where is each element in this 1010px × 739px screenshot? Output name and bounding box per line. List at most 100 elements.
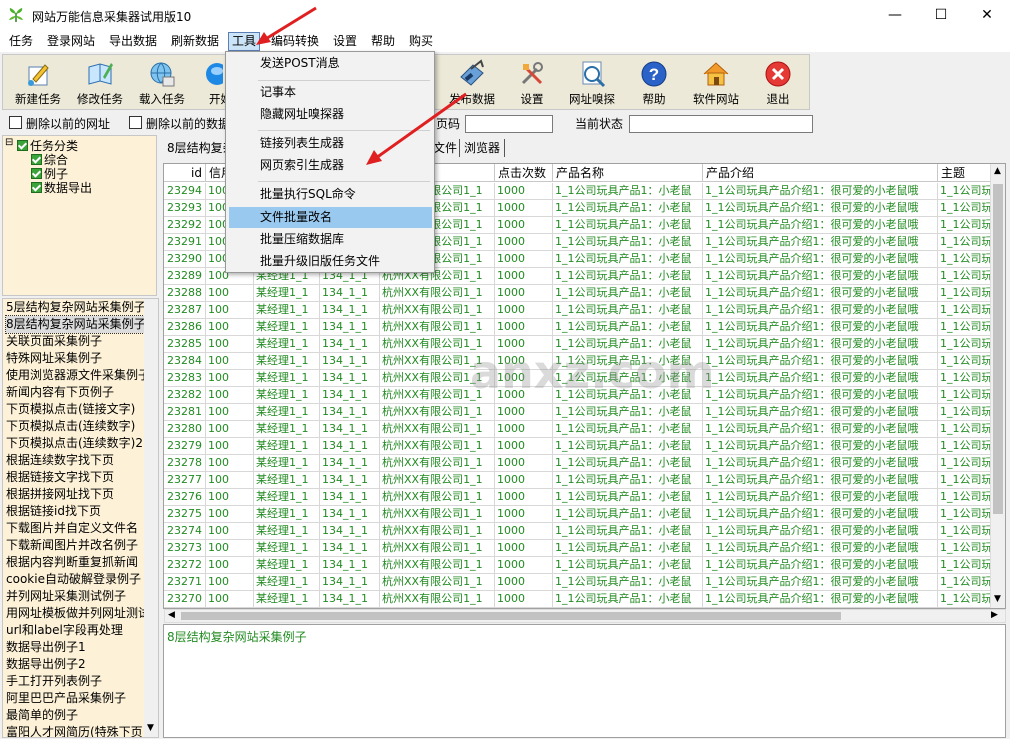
task-list-item[interactable]: 特殊网址采集例子 bbox=[6, 350, 144, 367]
task-list-item[interactable]: 下载新闻图片并改名例子 bbox=[6, 537, 144, 554]
cell-code: 134_1_1 bbox=[320, 574, 380, 591]
menu-item-batch-rename[interactable]: 文件批量改名 bbox=[229, 207, 432, 228]
table-row[interactable]: 23275 100 某经理1_1 134_1_1 杭州XX有限公司1_1 1000 1_1公… bbox=[164, 506, 998, 523]
table-row[interactable]: 23273 100 某经理1_1 134_1_1 杭州XX有限公司1_1 1000 1_1公… bbox=[164, 540, 998, 557]
task-list-item[interactable]: 手工打开列表例子 bbox=[6, 673, 144, 690]
task-list-item[interactable]: 并列网址采集测试例子 bbox=[6, 588, 144, 605]
scroll-left-icon[interactable]: ◀ bbox=[168, 610, 175, 620]
current-status-field[interactable] bbox=[629, 115, 813, 133]
cell-code: 134_1_1 bbox=[320, 285, 380, 302]
scroll-thumb[interactable] bbox=[993, 184, 1003, 514]
menu-item-batch-sql[interactable]: 批量执行SQL命令 bbox=[229, 184, 432, 205]
tree-expander[interactable]: ⊟ bbox=[5, 137, 13, 148]
menu-export-data[interactable]: 导出数据 bbox=[108, 33, 158, 50]
table-row[interactable]: 23286 100 某经理1_1 134_1_1 杭州XX有限公司1_1 1000 1_1公… bbox=[164, 319, 998, 336]
table-row[interactable]: 23278 100 某经理1_1 134_1_1 杭州XX有限公司1_1 1000 1_1公… bbox=[164, 455, 998, 472]
task-list-item[interactable]: 使用浏览器源文件采集例子 bbox=[6, 367, 144, 384]
table-row[interactable]: 23270 100 某经理1_1 134_1_1 杭州XX有限公司1_1 1000 1_1公… bbox=[164, 591, 998, 608]
tree-node-data-export[interactable]: 数据导出 bbox=[31, 179, 92, 196]
task-list-item[interactable]: 下页模拟点击(连续数字) bbox=[6, 418, 144, 435]
table-row[interactable]: 23272 100 某经理1_1 134_1_1 杭州XX有限公司1_1 1000 1_1公… bbox=[164, 557, 998, 574]
task-list-item[interactable]: 关联页面采集例子 bbox=[6, 333, 144, 350]
column-header[interactable]: 产品介绍 bbox=[703, 164, 938, 182]
menu-item-batch-compress-db[interactable]: 批量压缩数据库 bbox=[229, 229, 432, 250]
menu-item-send-post[interactable]: 发送POST消息 bbox=[229, 53, 432, 74]
cell-clicks: 1000 bbox=[495, 302, 553, 319]
start-button[interactable]: 开始 bbox=[193, 57, 225, 109]
column-header[interactable]: 点击次数 bbox=[495, 164, 553, 182]
task-list-item[interactable]: 阿里巴巴产品采集例子 bbox=[6, 690, 144, 707]
minimize-button[interactable]: — bbox=[872, 0, 918, 30]
task-list-item[interactable]: 根据链接id找下页 bbox=[6, 503, 144, 520]
task-list-item[interactable]: 数据导出例子2 bbox=[6, 656, 144, 673]
current-status-label: 当前状态 bbox=[575, 117, 624, 131]
edit-task-button[interactable]: 修改任务 bbox=[69, 57, 131, 109]
table-row[interactable]: 23274 100 某经理1_1 134_1_1 杭州XX有限公司1_1 1000 1_1公… bbox=[164, 523, 998, 540]
task-list-item[interactable]: 根据拼接网址找下页 bbox=[6, 486, 144, 503]
scroll-down-icon[interactable]: ▼ bbox=[994, 594, 1001, 604]
load-task-button[interactable]: 载入任务 bbox=[131, 57, 193, 109]
table-row[interactable]: 23279 100 某经理1_1 134_1_1 杭州XX有限公司1_1 1000 1_1公… bbox=[164, 438, 998, 455]
scroll-down-icon[interactable]: ▼ bbox=[147, 723, 154, 733]
menu-refresh-data[interactable]: 刷新数据 bbox=[170, 33, 220, 50]
task-list-scrollbar[interactable]: ▼ bbox=[144, 299, 158, 737]
task-list-item[interactable]: 8层结构复杂网站采集例子 bbox=[5, 315, 145, 334]
cell-id: 23283 bbox=[164, 370, 206, 387]
cell-intro: 1_1公司玩具产品介绍1：很可爱的小老鼠哦 bbox=[703, 421, 938, 438]
cell-topic: 1_1公司玩 bbox=[938, 591, 998, 608]
url-sniff-button[interactable]: 网址嗅探 bbox=[561, 57, 623, 109]
help-button[interactable]: ? 帮助 bbox=[623, 57, 685, 109]
grid-horizontal-scrollbar[interactable]: ◀ ▶ bbox=[164, 609, 1006, 623]
table-row[interactable]: 23288 100 某经理1_1 134_1_1 杭州XX有限公司1_1 1000 1_1公… bbox=[164, 285, 998, 302]
maximize-button[interactable]: ☐ bbox=[918, 0, 964, 30]
task-list-item[interactable]: 下页模拟点击(连续数字)2 bbox=[6, 435, 144, 452]
menu-item-batch-upgrade-tasks[interactable]: 批量升级旧版任务文件 bbox=[229, 251, 432, 272]
menu-buy[interactable]: 购买 bbox=[408, 33, 434, 50]
hscroll-thumb[interactable] bbox=[181, 612, 841, 620]
close-button[interactable]: ✕ bbox=[964, 0, 1010, 30]
task-list-item[interactable]: 根据内容判断重复抓新闻 bbox=[6, 554, 144, 571]
task-list-item[interactable]: 根据链接文字找下页 bbox=[6, 469, 144, 486]
task-list-item[interactable]: 用网址模板做并列网址测试 bbox=[6, 605, 144, 622]
table-row[interactable]: 23271 100 某经理1_1 134_1_1 杭州XX有限公司1_1 1000 1_1公… bbox=[164, 574, 998, 591]
page-code-field[interactable] bbox=[465, 115, 553, 133]
new-task-button[interactable]: 新建任务 bbox=[7, 57, 69, 109]
table-row[interactable]: 23287 100 某经理1_1 134_1_1 杭州XX有限公司1_1 1000 1_1公… bbox=[164, 302, 998, 319]
task-list-item[interactable]: 新闻内容有下页例子 bbox=[6, 384, 144, 401]
settings-button[interactable]: 设置 bbox=[501, 57, 563, 109]
table-row[interactable]: 23280 100 某经理1_1 134_1_1 杭州XX有限公司1_1 1000 1_1公… bbox=[164, 421, 998, 438]
task-list-item[interactable]: 数据导出例子1 bbox=[6, 639, 144, 656]
exit-button[interactable]: 退出 bbox=[747, 57, 809, 109]
cell-code: 134_1_1 bbox=[320, 489, 380, 506]
column-header[interactable]: id bbox=[164, 164, 206, 182]
task-list-item[interactable]: 最简单的例子 bbox=[6, 707, 144, 724]
menu-settings[interactable]: 设置 bbox=[332, 33, 358, 50]
task-list-item[interactable]: 5层结构复杂网站采集例子 bbox=[6, 299, 144, 316]
cell-clicks: 1000 bbox=[495, 285, 553, 302]
column-header[interactable]: 产品名称 bbox=[553, 164, 703, 182]
table-row[interactable]: 23281 100 某经理1_1 134_1_1 杭州XX有限公司1_1 1000 1_1公… bbox=[164, 404, 998, 421]
column-header[interactable]: 主题 bbox=[938, 164, 998, 182]
grid-vertical-scrollbar[interactable]: ▲ ▼ bbox=[990, 164, 1005, 608]
task-list-item[interactable]: 下页模拟点击(链接文字) bbox=[6, 401, 144, 418]
software-site-button[interactable]: 软件网站 bbox=[685, 57, 747, 109]
menu-login-site[interactable]: 登录网站 bbox=[46, 33, 96, 50]
delete-previous-urls-checkbox[interactable] bbox=[9, 116, 22, 129]
cell-topic: 1_1公司玩 bbox=[938, 200, 998, 217]
load-task-label: 载入任务 bbox=[139, 92, 185, 106]
cell-id: 23279 bbox=[164, 438, 206, 455]
task-list-item[interactable]: 根据连续数字找下页 bbox=[6, 452, 144, 469]
task-list-item[interactable]: cookie自动破解登录例子 bbox=[6, 571, 144, 588]
cell-product: 1_1公司玩具产品1：小老鼠 bbox=[553, 251, 703, 268]
scroll-right-icon[interactable]: ▶ bbox=[991, 610, 998, 620]
menu-help[interactable]: 帮助 bbox=[370, 33, 396, 50]
menu-task[interactable]: 任务 bbox=[8, 33, 34, 50]
task-list-item[interactable]: url和label字段再处理 bbox=[6, 622, 144, 639]
table-row[interactable]: 23277 100 某经理1_1 134_1_1 杭州XX有限公司1_1 1000 1_1公… bbox=[164, 472, 998, 489]
scroll-up-icon[interactable]: ▲ bbox=[994, 166, 1001, 176]
table-row[interactable]: 23276 100 某经理1_1 134_1_1 杭州XX有限公司1_1 1000 1_1公… bbox=[164, 489, 998, 506]
cell-clicks: 1000 bbox=[495, 319, 553, 336]
task-list-item[interactable]: 下载图片并自定义文件名 bbox=[6, 520, 144, 537]
task-list-item[interactable]: 富阳人才网简历(特殊下页 bbox=[6, 724, 144, 737]
delete-previous-data-checkbox[interactable] bbox=[129, 116, 142, 129]
